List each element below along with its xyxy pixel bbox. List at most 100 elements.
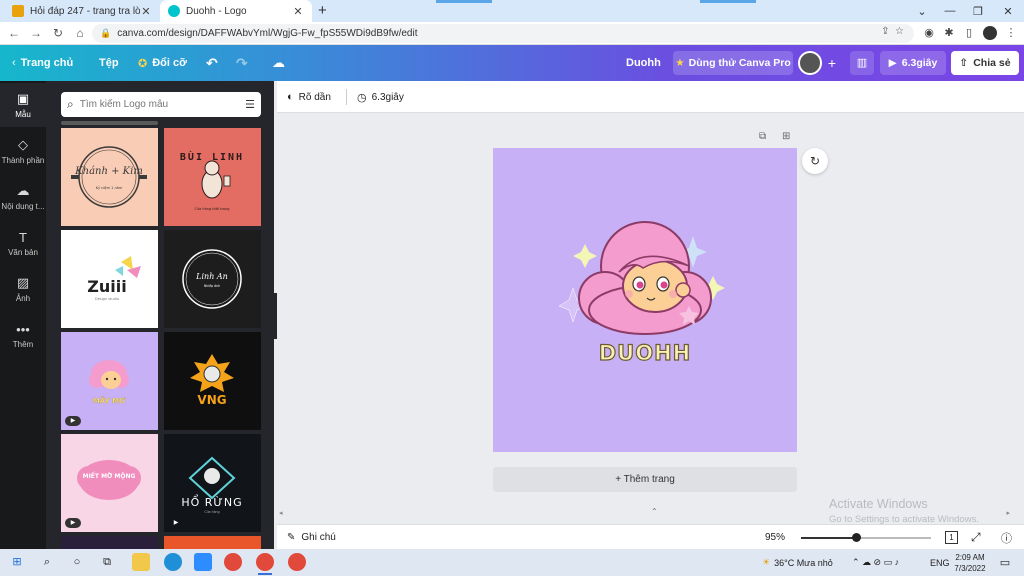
template-thumb-partial[interactable] xyxy=(164,536,261,549)
user-avatar[interactable] xyxy=(798,51,822,75)
file-menu-button[interactable]: Tệp xyxy=(99,45,119,81)
add-collaborator-icon[interactable]: + xyxy=(823,51,841,75)
duration-button[interactable]: ◷ 6.3giây xyxy=(357,81,404,113)
system-clock[interactable]: 2:09 AM 7/3/2022 xyxy=(950,552,990,574)
forward-icon[interactable]: → xyxy=(28,25,44,41)
chrome-icon[interactable] xyxy=(256,553,274,571)
language-indicator[interactable]: ENG xyxy=(930,549,950,576)
document-title[interactable]: Duohh xyxy=(626,45,661,81)
close-tab-icon[interactable]: ✕ xyxy=(292,5,304,18)
tab-title: Duohh - Logo xyxy=(186,5,247,17)
template-thumb-khanh-kim[interactable]: Khánh + Kim Kỷ niệm 1 năm xyxy=(61,128,158,226)
close-tab-icon[interactable]: ✕ xyxy=(140,5,152,18)
extension-cookie-icon[interactable]: ◉ xyxy=(922,26,936,40)
home-button[interactable]: ‹ Trang chủ xyxy=(12,45,73,81)
template-sub: Design studio xyxy=(95,297,119,301)
zoom-value[interactable]: 95% xyxy=(765,525,785,550)
fullscreen-icon[interactable]: ⤢ xyxy=(971,525,981,550)
back-icon[interactable]: ← xyxy=(6,25,22,41)
profile-avatar[interactable] xyxy=(983,26,997,40)
try-pro-button[interactable]: ★ Dùng thử Canva Pro xyxy=(673,51,793,75)
rail-item-photos[interactable]: ▨ Ảnh xyxy=(0,267,46,311)
template-thumb-vng[interactable]: VNG xyxy=(164,332,261,430)
edge-icon[interactable] xyxy=(164,553,182,571)
lock-icon: 🔒 xyxy=(100,28,112,38)
home-icon[interactable]: ⌂ xyxy=(72,25,88,41)
template-thumb-partial[interactable] xyxy=(61,536,158,549)
template-thumb-may-mo[interactable]: MÂY MƠ ▶ xyxy=(61,332,158,430)
side-panel-icon[interactable]: ▯ xyxy=(962,26,976,40)
notification-icon[interactable]: ▭ xyxy=(996,554,1014,572)
search-icon[interactable]: ⌕ xyxy=(38,553,56,571)
bookmark-star-icon[interactable]: ⇪ ☆ xyxy=(881,26,904,37)
windows-start-icon[interactable]: ⊞ xyxy=(8,553,26,571)
rail-item-text[interactable]: T Văn bản xyxy=(0,221,46,265)
template-icon: ▣ xyxy=(16,91,30,106)
extensions-puzzle-icon[interactable]: ✱ xyxy=(942,26,956,40)
text-icon: T xyxy=(19,229,27,245)
chevron-up-icon[interactable]: ⌃ xyxy=(651,507,658,516)
browser-tab-strip: Hỏi đáp 247 - trang tra lời ✕ Duohh - Lo… xyxy=(0,0,1024,22)
animate-label: Rõ dần xyxy=(298,91,331,103)
filter-icon[interactable]: ☰ xyxy=(245,98,255,111)
bui-linh-logo: BÙI LINH Cửa hàng thời trang xyxy=(180,150,242,211)
share-button[interactable]: ⇧ Chia sẻ xyxy=(951,51,1019,75)
design-canvas[interactable]: DUOHH xyxy=(493,148,797,452)
browser-tab-hoidap[interactable]: Hỏi đáp 247 - trang tra lời ✕ xyxy=(4,0,160,22)
cloud-save-icon[interactable]: ☁ xyxy=(272,45,285,81)
search-input[interactable] xyxy=(79,99,246,110)
new-tab-button[interactable]: + xyxy=(318,2,327,19)
animate-button[interactable]: ◐ Rõ dần xyxy=(287,81,331,113)
template-thumb-miet-mo-mong[interactable]: MIẾT MỜ MỘNG ▶ xyxy=(61,434,158,532)
rail-label: Thêm xyxy=(12,339,34,349)
more-icon: ••• xyxy=(16,321,30,337)
cortana-icon[interactable]: ○ xyxy=(68,553,86,571)
template-search[interactable]: ⌕ ☰ xyxy=(61,92,261,117)
rail-label: Nội dung t... xyxy=(1,202,45,211)
template-thumb-ho-rung[interactable]: HỔ RỪNG Cửa hàng ▶ xyxy=(164,434,261,532)
resize-button[interactable]: ✪ Đổi cỡ xyxy=(138,45,187,81)
weather-widget[interactable]: ☀ 36°C Mưa nhỏ xyxy=(762,549,833,576)
scroll-left-icon[interactable]: ◂ xyxy=(279,509,283,517)
undo-icon[interactable]: ↶ xyxy=(206,45,218,81)
task-view-icon[interactable]: ⧉ xyxy=(98,553,116,571)
rail-item-uploads[interactable]: ☁ Nội dung t... xyxy=(0,175,46,219)
chrome-menu-icon[interactable]: ⋮ xyxy=(1004,26,1018,40)
notes-button[interactable]: ✎ Ghi chú xyxy=(287,525,336,550)
video-badge-icon: ▶ xyxy=(173,520,179,526)
canva-favicon-icon xyxy=(168,5,180,17)
add-page-button[interactable]: + Thêm trang xyxy=(493,467,797,492)
template-thumb-zuiii[interactable]: Zuiii Design studio xyxy=(61,230,158,328)
tab-title: Hỏi đáp 247 - trang tra lời xyxy=(30,5,140,17)
reload-icon[interactable]: ↻ xyxy=(50,25,66,41)
page-count-button[interactable]: 1 xyxy=(945,525,958,550)
rail-item-elements[interactable]: ◇ Thành phần xyxy=(0,129,46,173)
scroll-right-icon[interactable]: ▸ xyxy=(1006,509,1010,517)
template-name: Zuiii xyxy=(87,277,126,296)
tray-icons[interactable]: ⌃ ☁ ⊘ ▭ ♪ xyxy=(852,549,899,576)
rail-item-templates[interactable]: ▣ Mẫu xyxy=(0,83,46,127)
zoom-slider-handle[interactable] xyxy=(851,533,861,542)
browser-tab-canva[interactable]: Duohh - Logo ✕ xyxy=(160,0,312,22)
insights-chart-icon[interactable]: ▥ xyxy=(850,51,874,75)
refresh-icon[interactable]: ↻ xyxy=(802,148,828,174)
redo-icon[interactable]: ↷ xyxy=(236,45,248,81)
duplicate-page-icon[interactable]: ⧉ xyxy=(759,131,766,142)
file-explorer-icon[interactable] xyxy=(132,553,150,571)
add-page-icon[interactable]: ⊞ xyxy=(782,131,790,142)
horizontal-scrollbar[interactable]: ◂ ⌃ ▸ xyxy=(277,507,1024,519)
template-thumb-linh-an[interactable]: Linh An Nhiếp ảnh xyxy=(164,230,261,328)
close-window-button[interactable]: ✕ xyxy=(992,0,1024,22)
restore-button[interactable]: ❐ xyxy=(962,0,994,22)
zoom-app-icon[interactable] xyxy=(194,553,212,571)
template-thumb-bui-linh[interactable]: BÙI LINH Cửa hàng thời trang xyxy=(164,128,261,226)
help-icon[interactable]: ⓘ xyxy=(1001,525,1012,550)
chrome-icon[interactable] xyxy=(288,553,306,571)
zoom-slider[interactable] xyxy=(801,533,931,542)
chrome-icon[interactable] xyxy=(224,553,242,571)
url-field[interactable]: 🔒 canva.com/design/DAFFWAbvYml/WgjG-Fw_f… xyxy=(92,24,914,43)
rail-item-more[interactable]: ••• Thêm xyxy=(0,313,46,357)
present-button[interactable]: ▶ 6.3giây xyxy=(880,51,946,75)
duration-label: 6.3giây xyxy=(371,91,404,103)
play-icon: ▶ xyxy=(888,57,897,69)
